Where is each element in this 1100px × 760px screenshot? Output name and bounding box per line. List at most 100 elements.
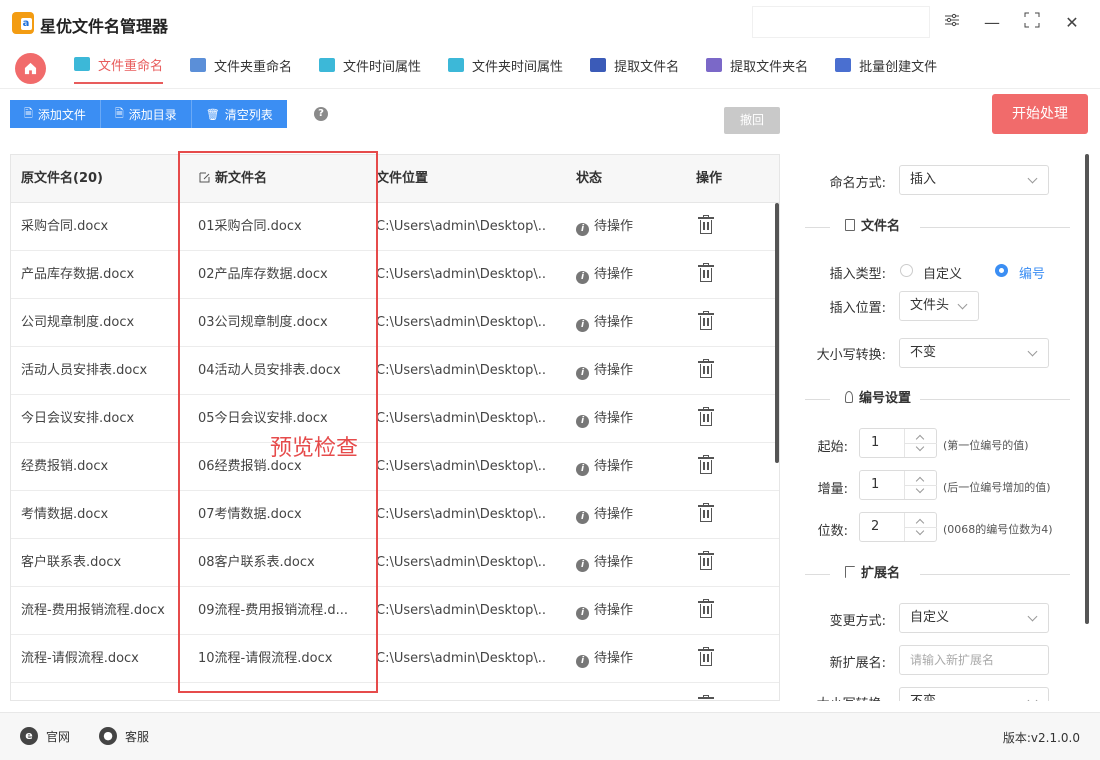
table-row[interactable]: 今日会议安排.docx 05今日会议安排.docx C:\Users\admin\D… [11, 395, 779, 443]
start-stepper[interactable]: 1 [859, 428, 937, 458]
cell-status: i 待操作 [576, 587, 676, 635]
cell-original-name: 产品库存数据.docx [21, 267, 135, 282]
delete-icon[interactable] [698, 407, 714, 426]
delete-icon[interactable] [698, 215, 714, 234]
table-row[interactable]: 产品库存数据.docx 02产品库存数据.docx C:\Users\admin\D… [11, 251, 779, 299]
settings-icon[interactable] [940, 11, 964, 35]
website-link[interactable]: e 官网 [20, 727, 70, 745]
help-icon[interactable]: ? [314, 107, 328, 121]
app-logo: a [12, 12, 34, 34]
naming-mode-select[interactable]: 插入 [899, 165, 1049, 195]
delete-icon[interactable] [698, 455, 714, 474]
browser-icon: e [20, 727, 38, 745]
start-hint: (第一位编号的值) [943, 439, 1029, 452]
table-row[interactable]: 公司规章制度.docx 03公司规章制度.docx C:\Users\admin\D… [11, 299, 779, 347]
new-ext-input[interactable]: 请输入新扩展名 [899, 645, 1049, 675]
cell-status: i 待操作 [576, 299, 676, 347]
start-label: 起始: [817, 440, 848, 455]
app-title: 星优文件名管理器 [40, 17, 169, 36]
delete-icon[interactable] [698, 599, 714, 618]
clear-list-button[interactable]: 🗑 清空列表 [191, 100, 287, 128]
tab-6[interactable]: 批量创建文件 [835, 46, 937, 84]
table-row[interactable]: 采购合同.docx 01采购合同.docx C:\Users\admin\Deskt… [11, 203, 779, 251]
cell-location: C:\Users\admin\Desktop\... [376, 219, 546, 234]
table-scrollbar[interactable] [775, 203, 779, 463]
preview-highlight-box [178, 151, 378, 693]
table-row[interactable]: 活动人员安排表.docx 04活动人员安排表.docx C:\Users\admin… [11, 347, 779, 395]
tab-0[interactable]: 文件重命名 [74, 46, 164, 84]
delete-icon[interactable] [698, 551, 714, 570]
digits-label: 位数: [817, 524, 848, 539]
add-file-button[interactable]: 🗎 添加文件 [10, 100, 101, 128]
cell-status: i 待操作 [576, 251, 676, 299]
support-link[interactable]: ● 客服 [99, 727, 149, 745]
tab-1[interactable]: 文件夹重命名 [190, 46, 292, 84]
start-processing-button[interactable]: 开始处理 [992, 94, 1088, 134]
info-icon: i [576, 271, 589, 284]
table-row[interactable]: 客户联系表.docx 08客户联系表.docx C:\Users\admin\Des… [11, 539, 779, 587]
home-icon [24, 62, 37, 75]
app-window: a 星优文件名管理器 — ✕ 文件重命名 文件夹重命名 文件时间属性 文件夹时间属性 提… [0, 0, 1100, 760]
title-bar: a 星优文件名管理器 — ✕ [0, 0, 1100, 46]
tab-label: 文件时间属性 [343, 59, 422, 75]
tab-4[interactable]: 提取文件名 [590, 46, 679, 84]
chevron-down-icon [1027, 611, 1038, 622]
radio-custom-label[interactable]: 自定义 [923, 263, 962, 282]
cell-original-name: 流程-请假流程.docx [21, 651, 139, 666]
delete-icon[interactable] [698, 263, 714, 282]
table-row[interactable]: 流程-请假流程.docx 10流程-请假流程.docx C:\Users\admin… [11, 635, 779, 683]
step-hint: (后一位编号增加的值) [943, 481, 1051, 494]
delete-icon[interactable] [698, 695, 714, 700]
cell-original-name: 经费报销.docx [21, 459, 109, 474]
delete-icon[interactable] [698, 359, 714, 378]
delete-icon[interactable] [698, 503, 714, 522]
close-icon[interactable]: ✕ [1060, 11, 1084, 35]
cell-location: C:\Users\admin\Desktop\... [376, 651, 546, 666]
insert-type-label: 插入类型: [829, 267, 886, 282]
flag-icon [845, 566, 855, 578]
cell-location: C:\Users\admin\Desktop\... [376, 267, 546, 282]
info-icon: i [576, 655, 589, 668]
table-row[interactable]: 经费报销.docx 06经费报销.docx C:\Users\admin\Deskt… [11, 443, 779, 491]
radio-numbering-label[interactable]: 编号 [1019, 263, 1045, 282]
home-button[interactable] [15, 53, 46, 84]
toolbar: 🗎 添加文件 🗎 添加目录 🗑 清空列表 [10, 100, 287, 128]
add-directory-button[interactable]: 🗎 添加目录 [100, 100, 192, 128]
cell-location: C:\Users\admin\Desktop\... [376, 459, 546, 474]
tab-label: 提取文件名 [614, 59, 680, 75]
tab-5[interactable]: 提取文件夹名 [706, 46, 808, 84]
panel-scrollbar[interactable] [1085, 154, 1089, 624]
header-action: 操作 [696, 171, 723, 186]
undo-button[interactable]: 撤回 [724, 107, 780, 134]
ext-mode-select[interactable]: 自定义 [899, 603, 1049, 633]
ext-case-select[interactable]: 不变 [899, 687, 1049, 701]
ext-case-label: 大小写转换: [790, 693, 886, 701]
cell-location: C:\Users\admin\Desktop\... [376, 555, 546, 570]
header-location: 文件位置 [376, 171, 429, 186]
maximize-icon[interactable] [1020, 11, 1044, 35]
minimize-icon[interactable]: — [980, 11, 1004, 35]
step-stepper[interactable]: 1 [859, 470, 937, 500]
digits-stepper[interactable]: 2 [859, 512, 937, 542]
tab-2[interactable]: 文件时间属性 [319, 46, 421, 84]
insert-position-select[interactable]: 文件头 [899, 291, 979, 321]
delete-icon[interactable] [698, 647, 714, 666]
tab-3[interactable]: 文件夹时间属性 [448, 46, 563, 84]
chevron-down-icon [1027, 173, 1038, 184]
radio-numbering[interactable] [995, 264, 1008, 277]
table-row[interactable] [11, 683, 779, 700]
preview-check-label: 预览检查 [270, 436, 359, 461]
header-status: 状态 [576, 171, 603, 186]
info-icon: i [576, 463, 589, 476]
radio-custom[interactable] [900, 264, 913, 277]
table-row[interactable]: 考情数据.docx 07考情数据.docx C:\Users\admin\Deskt… [11, 491, 779, 539]
table-row[interactable]: 流程-费用报销流程.docx 09流程-费用报销流程.d... C:\Users\a… [11, 587, 779, 635]
tab-label: 提取文件夹名 [730, 59, 809, 75]
file-table: 原文件名(20) 新文件名 文件位置 状态 操作 采购合同.docx 01采购合同… [10, 154, 780, 701]
trash-icon: 🗑 [205, 107, 220, 121]
delete-icon[interactable] [698, 311, 714, 330]
cell-status: i 待操作 [576, 539, 676, 587]
case-convert-select[interactable]: 不变 [899, 338, 1049, 368]
chevron-down-icon [915, 442, 925, 452]
tab-icon [319, 58, 336, 72]
